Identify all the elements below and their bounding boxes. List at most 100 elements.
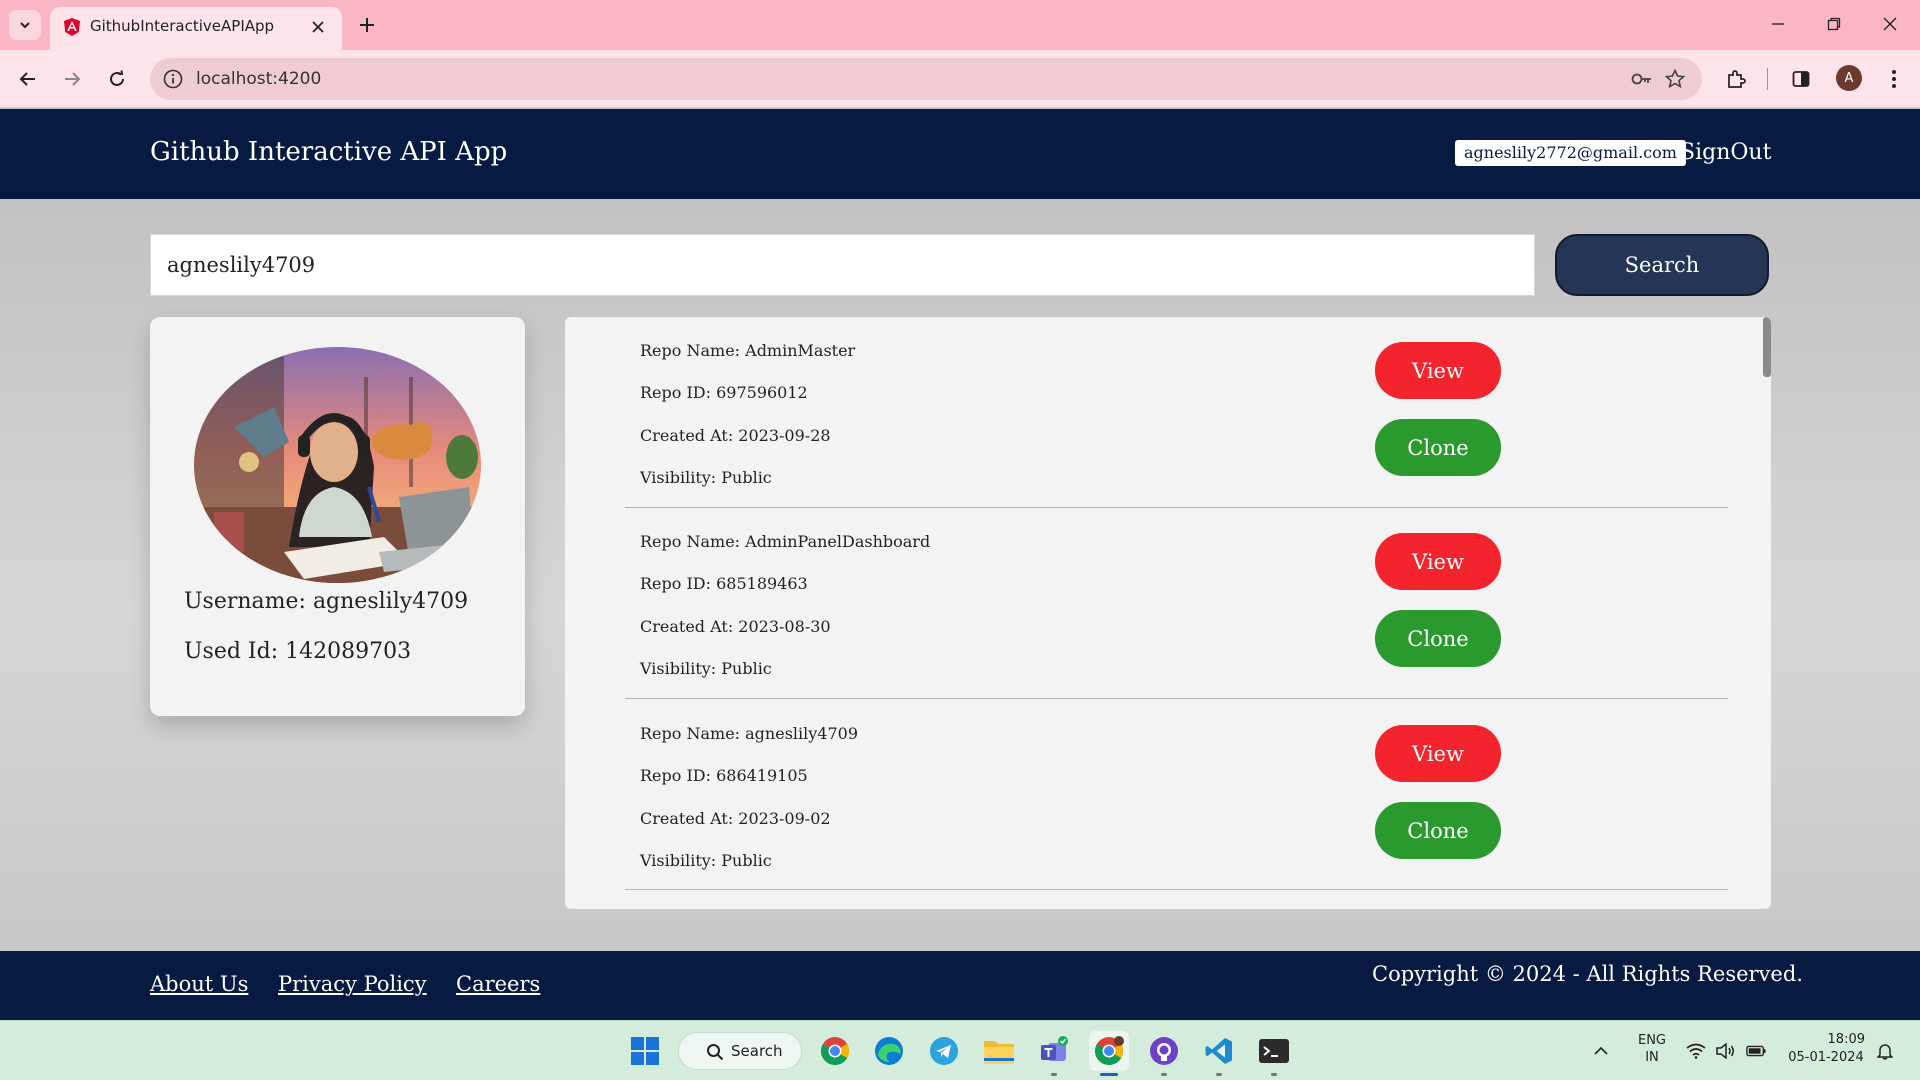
minimize-button[interactable] [1758, 8, 1798, 40]
battery-button[interactable] [1746, 1041, 1766, 1061]
view-button[interactable]: View [1375, 342, 1501, 399]
chrome-menu-button[interactable] [1878, 63, 1910, 95]
taskbar-app-chrome[interactable] [815, 1031, 855, 1071]
clone-button[interactable]: Clone [1375, 419, 1501, 476]
taskbar-app-file-explorer[interactable] [979, 1031, 1019, 1071]
language-indicator[interactable]: ENG IN [1632, 1033, 1672, 1065]
main-content: Search [0, 199, 1920, 951]
taskbar-app-teams[interactable] [1034, 1031, 1074, 1076]
network-button[interactable] [1686, 1041, 1706, 1061]
app-running-indicator [1271, 1073, 1277, 1076]
user-email-badge: agneslily2772@gmail.com [1455, 140, 1686, 166]
terminal-icon [1259, 1039, 1289, 1063]
taskbar-app-terminal[interactable] [1254, 1031, 1294, 1076]
windows-start-icon [631, 1037, 659, 1065]
repo-item: Repo Name: AdminMaster Repo ID: 69759601… [625, 317, 1728, 508]
restore-button[interactable] [1814, 8, 1854, 40]
repo-item: Repo Name: agneslily4709 Repo ID: 686419… [625, 699, 1728, 890]
teams-icon [1041, 1036, 1068, 1061]
browser-tab-strip: GithubInteractiveAPIApp [0, 0, 1920, 50]
scrollbar-thumb[interactable] [1763, 317, 1771, 377]
edge-icon [875, 1037, 903, 1065]
taskbar-app-github-desktop[interactable] [1144, 1031, 1184, 1076]
volume-button[interactable] [1716, 1041, 1736, 1061]
repo-created-at: Created At: 2023-09-28 [640, 426, 831, 445]
search-button[interactable]: Search [1555, 234, 1769, 296]
view-button[interactable]: View [1375, 533, 1501, 590]
start-button[interactable] [625, 1031, 665, 1071]
chevron-up-icon [1594, 1046, 1608, 1055]
app-title[interactable]: Github Interactive API App [150, 137, 507, 167]
repo-visibility: Visibility: Public [640, 851, 772, 870]
chrome-icon [821, 1037, 849, 1065]
browser-tab[interactable]: GithubInteractiveAPIApp [50, 7, 342, 50]
copyright-text: Copyright © 2024 - All Rights Reserved. [1372, 962, 1803, 986]
restore-icon [1827, 17, 1841, 31]
profile-avatar[interactable]: A [1836, 65, 1862, 91]
app-header: Github Interactive API App agneslily2772… [0, 109, 1920, 199]
careers-link[interactable]: Careers [456, 972, 540, 996]
privacy-policy-link[interactable]: Privacy Policy [278, 972, 427, 996]
close-icon [312, 21, 324, 33]
taskbar-app-edge[interactable] [869, 1031, 909, 1071]
repo-created-at: Created At: 2023-09-02 [640, 809, 831, 828]
forward-icon [65, 72, 81, 86]
close-window-button[interactable] [1870, 8, 1910, 40]
clone-button[interactable]: Clone [1375, 802, 1501, 859]
battery-icon [1746, 1045, 1766, 1057]
tab-list-button[interactable] [9, 10, 41, 40]
bell-icon [1877, 1044, 1893, 1060]
side-panel-icon [1792, 71, 1810, 87]
taskbar-search[interactable]: Search [678, 1032, 802, 1070]
url-text[interactable]: localhost:4200 [196, 69, 321, 89]
star-icon [1665, 69, 1685, 89]
taskbar-app-chrome-active[interactable] [1089, 1031, 1129, 1076]
clock-time: 18:09 [1827, 1032, 1865, 1047]
reload-icon [110, 70, 124, 86]
profile-userid: Used Id: 142089703 [184, 639, 412, 664]
clone-button[interactable]: Clone [1375, 610, 1501, 667]
new-tab-button[interactable] [352, 10, 382, 40]
angular-icon [64, 18, 80, 36]
app-running-indicator [1216, 1073, 1222, 1076]
repo-id: Repo ID: 685189463 [640, 574, 808, 593]
taskbar-app-vscode[interactable] [1199, 1031, 1239, 1076]
notifications-button[interactable] [1875, 1041, 1895, 1061]
info-icon[interactable] [162, 68, 184, 90]
search-icon [707, 1044, 724, 1061]
show-hidden-icons-button[interactable] [1591, 1041, 1611, 1061]
volume-icon [1716, 1043, 1734, 1059]
file-explorer-icon [984, 1041, 1014, 1064]
repo-created-at: Created At: 2023-08-30 [640, 617, 831, 636]
bookmark-button[interactable] [1663, 67, 1687, 91]
repo-visibility: Visibility: Public [640, 659, 772, 678]
extensions-button[interactable] [1720, 63, 1752, 95]
browser-toolbar: localhost:4200 A [0, 50, 1920, 108]
forward-button[interactable] [56, 63, 88, 95]
extensions-icon [1728, 70, 1746, 88]
chrome-icon [1095, 1036, 1124, 1065]
reload-button[interactable] [101, 63, 133, 95]
close-icon [1883, 17, 1897, 31]
taskbar-app-telegram[interactable] [924, 1031, 964, 1071]
repo-list[interactable]: Repo Name: AdminMaster Repo ID: 69759601… [565, 317, 1771, 909]
clock-date: 05-01-2024 [1788, 1050, 1864, 1065]
about-us-link[interactable]: About Us [150, 972, 248, 996]
view-button[interactable]: View [1375, 725, 1501, 782]
key-icon [1631, 73, 1651, 85]
clock[interactable]: 18:09 05-01-2024 [1785, 1032, 1867, 1065]
tab-title: GithubInteractiveAPIApp [90, 17, 275, 35]
back-icon [19, 72, 35, 86]
back-button[interactable] [12, 63, 44, 95]
repo-id: Repo ID: 686419105 [640, 766, 808, 785]
side-panel-button[interactable] [1785, 63, 1817, 95]
telegram-icon [930, 1037, 958, 1065]
repo-visibility: Visibility: Public [640, 468, 772, 487]
address-bar[interactable]: localhost:4200 [150, 58, 1702, 100]
password-key-button[interactable] [1630, 67, 1654, 91]
profile-username: Username: agneslily4709 [184, 589, 469, 614]
signout-link[interactable]: SignOut [1680, 140, 1771, 165]
tab-close-button[interactable] [306, 15, 330, 39]
search-input[interactable] [150, 234, 1535, 296]
avatar [194, 347, 481, 583]
